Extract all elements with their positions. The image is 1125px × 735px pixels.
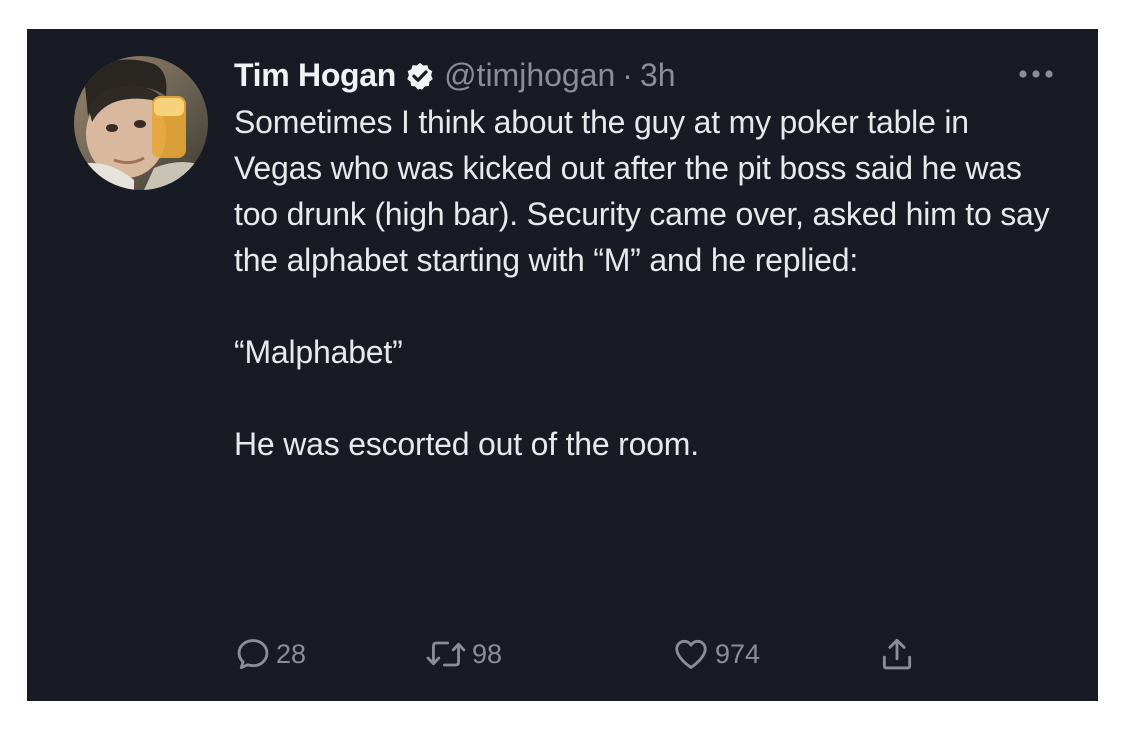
tweet-paragraph-1: Sometimes I think about the guy at my po…: [234, 104, 1050, 278]
like-count: 974: [715, 638, 761, 669]
tweet-actions-bar: 28 98 974: [234, 634, 954, 674]
avatar[interactable]: [74, 56, 208, 190]
like-button[interactable]: 974: [671, 634, 760, 674]
reply-button[interactable]: 28: [234, 634, 306, 674]
retweet-button[interactable]: 98: [424, 634, 502, 674]
header-separator: ·: [622, 56, 633, 93]
retweet-arrows-icon: [424, 635, 468, 673]
retweet-count: 98: [472, 638, 503, 669]
author-handle[interactable]: @timjhogan: [444, 57, 615, 94]
heart-icon: [671, 635, 711, 673]
speech-bubble-icon: [234, 635, 272, 673]
avatar-photo: [74, 56, 208, 190]
share-upload-icon: [878, 634, 916, 674]
verified-badge-icon: [405, 61, 435, 91]
tweet-header: Tim Hogan @timjhogan · 3h: [234, 53, 676, 97]
tweet-text: Sometimes I think about the guy at my po…: [234, 99, 1064, 467]
tweet-timestamp[interactable]: 3h: [640, 57, 676, 94]
reply-count: 28: [276, 638, 307, 669]
tweet-card[interactable]: Tim Hogan @timjhogan · 3h Sometimes I th…: [27, 29, 1098, 701]
more-options-icon[interactable]: [1017, 67, 1055, 81]
tweet-paragraph-2: “Malphabet”: [234, 334, 403, 370]
author-display-name[interactable]: Tim Hogan: [234, 57, 396, 94]
share-button[interactable]: [878, 634, 916, 674]
tweet-paragraph-3: He was escorted out of the room.: [234, 426, 699, 462]
